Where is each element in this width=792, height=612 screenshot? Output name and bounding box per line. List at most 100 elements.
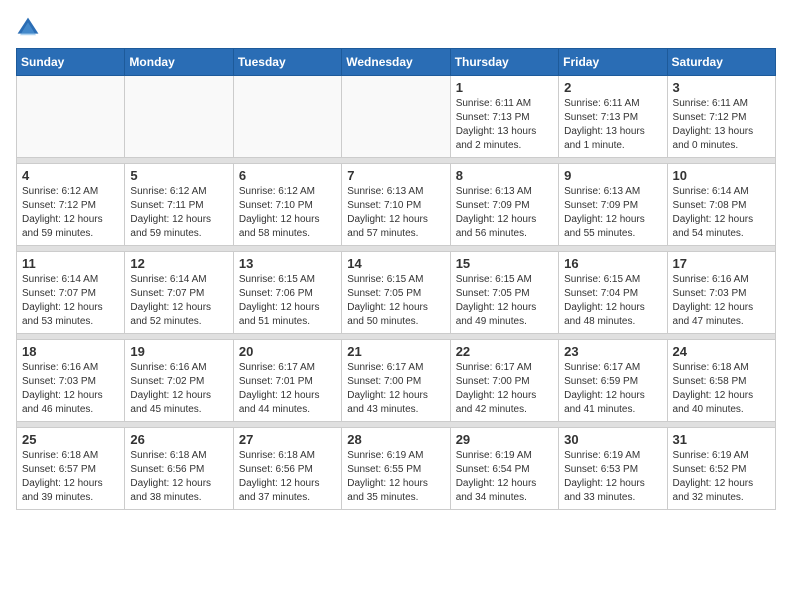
day-number: 10 — [673, 168, 770, 183]
column-header-tuesday: Tuesday — [233, 49, 341, 76]
day-number: 17 — [673, 256, 770, 271]
day-info: Sunrise: 6:15 AM Sunset: 7:05 PM Dayligh… — [456, 273, 553, 329]
day-info: Sunrise: 6:11 AM Sunset: 7:13 PM Dayligh… — [564, 97, 661, 153]
calendar-week-row: 1Sunrise: 6:11 AM Sunset: 7:13 PM Daylig… — [17, 76, 776, 158]
day-number: 27 — [239, 432, 336, 447]
calendar-cell: 31 Sunrise: 6:19 AM Sunset: 6:52 PM Dayli… — [667, 428, 775, 510]
day-number: 8 — [456, 168, 553, 183]
calendar-cell: 8 Sunrise: 6:13 AM Sunset: 7:09 PM Daylig… — [450, 164, 558, 246]
day-number: 6 — [239, 168, 336, 183]
calendar-cell: 21Sunrise: 6:17 AM Sunset: 7:00 PM Dayli… — [342, 340, 450, 422]
calendar-cell: 15 Sunrise: 6:15 AM Sunset: 7:05 PM Dayli… — [450, 252, 558, 334]
day-info: Sunrise: 6:12 AM Sunset: 7:12 PM Dayligh… — [22, 185, 119, 241]
calendar-cell: 1Sunrise: 6:11 AM Sunset: 7:13 PM Daylig… — [450, 76, 558, 158]
calendar-cell: 5 Sunrise: 6:12 AM Sunset: 7:11 PM Daylig… — [125, 164, 233, 246]
day-number: 15 — [456, 256, 553, 271]
column-header-saturday: Saturday — [667, 49, 775, 76]
day-number: 25 — [22, 432, 119, 447]
calendar-cell: 19 Sunrise: 6:16 AM Sunset: 7:02 PM Dayli… — [125, 340, 233, 422]
logo — [16, 16, 44, 40]
calendar-cell: 17 Sunrise: 6:16 AM Sunset: 7:03 PM Dayli… — [667, 252, 775, 334]
day-info: Sunrise: 6:11 AM Sunset: 7:13 PM Dayligh… — [456, 97, 553, 153]
day-number: 26 — [130, 432, 227, 447]
day-number: 7 — [347, 168, 444, 183]
day-info: Sunrise: 6:14 AM Sunset: 7:07 PM Dayligh… — [130, 273, 227, 329]
calendar-cell: 30Sunrise: 6:19 AM Sunset: 6:53 PM Dayli… — [559, 428, 667, 510]
column-header-wednesday: Wednesday — [342, 49, 450, 76]
day-number: 24 — [673, 344, 770, 359]
day-info: Sunrise: 6:13 AM Sunset: 7:10 PM Dayligh… — [347, 185, 444, 241]
day-number: 14 — [347, 256, 444, 271]
day-number: 4 — [22, 168, 119, 183]
calendar-cell — [17, 76, 125, 158]
day-info: Sunrise: 6:19 AM Sunset: 6:55 PM Dayligh… — [347, 449, 444, 505]
column-header-sunday: Sunday — [17, 49, 125, 76]
calendar-cell: 11 Sunrise: 6:14 AM Sunset: 7:07 PM Dayli… — [17, 252, 125, 334]
day-number: 12 — [130, 256, 227, 271]
day-info: Sunrise: 6:14 AM Sunset: 7:07 PM Dayligh… — [22, 273, 119, 329]
day-info: Sunrise: 6:19 AM Sunset: 6:52 PM Dayligh… — [673, 449, 770, 505]
day-number: 2 — [564, 80, 661, 95]
day-info: Sunrise: 6:13 AM Sunset: 7:09 PM Dayligh… — [456, 185, 553, 241]
day-info: Sunrise: 6:16 AM Sunset: 7:02 PM Dayligh… — [130, 361, 227, 417]
calendar-cell: 20 Sunrise: 6:17 AM Sunset: 7:01 PM Dayli… — [233, 340, 341, 422]
calendar-cell: 26 Sunrise: 6:18 AM Sunset: 6:56 PM Dayli… — [125, 428, 233, 510]
day-info: Sunrise: 6:18 AM Sunset: 6:56 PM Dayligh… — [239, 449, 336, 505]
day-number: 22 — [456, 344, 553, 359]
day-info: Sunrise: 6:11 AM Sunset: 7:12 PM Dayligh… — [673, 97, 770, 153]
calendar-header-row: SundayMondayTuesdayWednesdayThursdayFrid… — [17, 49, 776, 76]
calendar-week-row: 25Sunrise: 6:18 AM Sunset: 6:57 PM Dayli… — [17, 428, 776, 510]
calendar-cell: 9 Sunrise: 6:13 AM Sunset: 7:09 PM Daylig… — [559, 164, 667, 246]
calendar-cell: 24 Sunrise: 6:18 AM Sunset: 6:58 PM Dayli… — [667, 340, 775, 422]
calendar-cell: 6 Sunrise: 6:12 AM Sunset: 7:10 PM Daylig… — [233, 164, 341, 246]
page-header — [16, 16, 776, 40]
day-number: 29 — [456, 432, 553, 447]
day-info: Sunrise: 6:12 AM Sunset: 7:11 PM Dayligh… — [130, 185, 227, 241]
day-number: 28 — [347, 432, 444, 447]
calendar-cell: 22Sunrise: 6:17 AM Sunset: 7:00 PM Dayli… — [450, 340, 558, 422]
calendar-cell: 2 Sunrise: 6:11 AM Sunset: 7:13 PM Daylig… — [559, 76, 667, 158]
day-info: Sunrise: 6:12 AM Sunset: 7:10 PM Dayligh… — [239, 185, 336, 241]
calendar-cell: 3 Sunrise: 6:11 AM Sunset: 7:12 PM Daylig… — [667, 76, 775, 158]
calendar-week-row: 4 Sunrise: 6:12 AM Sunset: 7:12 PM Daylig… — [17, 164, 776, 246]
day-info: Sunrise: 6:16 AM Sunset: 7:03 PM Dayligh… — [22, 361, 119, 417]
calendar-cell: 28 Sunrise: 6:19 AM Sunset: 6:55 PM Dayli… — [342, 428, 450, 510]
calendar-cell — [342, 76, 450, 158]
logo-icon — [16, 16, 40, 40]
day-info: Sunrise: 6:18 AM Sunset: 6:58 PM Dayligh… — [673, 361, 770, 417]
day-info: Sunrise: 6:17 AM Sunset: 7:00 PM Dayligh… — [347, 361, 444, 417]
day-number: 31 — [673, 432, 770, 447]
day-info: Sunrise: 6:13 AM Sunset: 7:09 PM Dayligh… — [564, 185, 661, 241]
column-header-thursday: Thursday — [450, 49, 558, 76]
day-info: Sunrise: 6:15 AM Sunset: 7:05 PM Dayligh… — [347, 273, 444, 329]
day-info: Sunrise: 6:17 AM Sunset: 6:59 PM Dayligh… — [564, 361, 661, 417]
column-header-monday: Monday — [125, 49, 233, 76]
day-info: Sunrise: 6:18 AM Sunset: 6:56 PM Dayligh… — [130, 449, 227, 505]
calendar-cell: 10Sunrise: 6:14 AM Sunset: 7:08 PM Dayli… — [667, 164, 775, 246]
calendar-cell: 18Sunrise: 6:16 AM Sunset: 7:03 PM Dayli… — [17, 340, 125, 422]
calendar-cell: 7 Sunrise: 6:13 AM Sunset: 7:10 PM Daylig… — [342, 164, 450, 246]
day-number: 11 — [22, 256, 119, 271]
day-info: Sunrise: 6:16 AM Sunset: 7:03 PM Dayligh… — [673, 273, 770, 329]
calendar-cell: 16Sunrise: 6:15 AM Sunset: 7:04 PM Dayli… — [559, 252, 667, 334]
day-number: 13 — [239, 256, 336, 271]
day-number: 5 — [130, 168, 227, 183]
calendar-week-row: 11 Sunrise: 6:14 AM Sunset: 7:07 PM Dayli… — [17, 252, 776, 334]
day-number: 20 — [239, 344, 336, 359]
day-number: 9 — [564, 168, 661, 183]
day-info: Sunrise: 6:17 AM Sunset: 7:01 PM Dayligh… — [239, 361, 336, 417]
day-number: 16 — [564, 256, 661, 271]
calendar-week-row: 18Sunrise: 6:16 AM Sunset: 7:03 PM Dayli… — [17, 340, 776, 422]
calendar-cell: 29Sunrise: 6:19 AM Sunset: 6:54 PM Dayli… — [450, 428, 558, 510]
calendar-cell — [233, 76, 341, 158]
calendar-cell: 4 Sunrise: 6:12 AM Sunset: 7:12 PM Daylig… — [17, 164, 125, 246]
day-number: 19 — [130, 344, 227, 359]
calendar-cell — [125, 76, 233, 158]
day-number: 3 — [673, 80, 770, 95]
calendar-cell: 27 Sunrise: 6:18 AM Sunset: 6:56 PM Dayli… — [233, 428, 341, 510]
day-info: Sunrise: 6:15 AM Sunset: 7:06 PM Dayligh… — [239, 273, 336, 329]
calendar-cell: 12 Sunrise: 6:14 AM Sunset: 7:07 PM Dayli… — [125, 252, 233, 334]
day-number: 23 — [564, 344, 661, 359]
calendar-cell: 25Sunrise: 6:18 AM Sunset: 6:57 PM Dayli… — [17, 428, 125, 510]
calendar-table: SundayMondayTuesdayWednesdayThursdayFrid… — [16, 48, 776, 510]
